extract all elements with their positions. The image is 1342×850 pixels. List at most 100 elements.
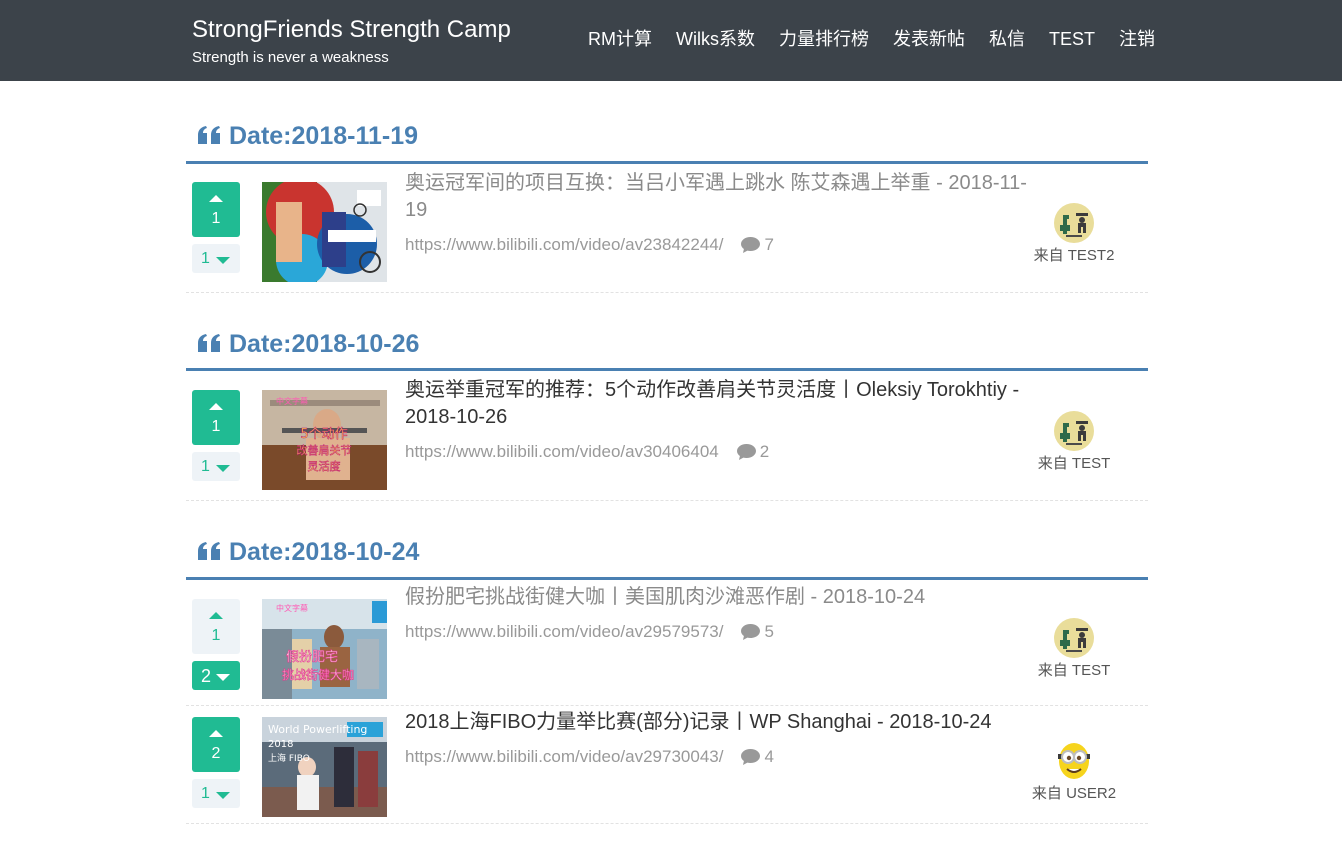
svg-text:中文字幕: 中文字幕 (276, 603, 308, 613)
post-title-link[interactable]: 2018上海FIBO力量举比赛(部分)记录丨WP Shanghai - 2018… (405, 709, 1035, 736)
post-meta: https://www.bilibili.com/video/av2973004… (405, 746, 774, 768)
comment-icon (741, 749, 761, 765)
post-meta: https://www.bilibili.com/video/av3040640… (405, 441, 769, 463)
video-thumbnail[interactable]: 假扮肥宅 挑战街健大咖 中文字幕 (262, 599, 387, 699)
svg-text:改善肩关节: 改善肩关节 (297, 443, 352, 457)
author-name[interactable]: 来自 TEST2 (1024, 247, 1124, 265)
fitness-avatar-icon[interactable] (1054, 618, 1094, 658)
date-text: Date:2018-10-26 (229, 330, 420, 358)
post-title-link[interactable]: 奥运冠军间的项目互换：当吕小军遇上跳水 陈艾森遇上举重 - 2018-11-19 (405, 170, 1035, 224)
post-item: 1 2 假扮肥宅 挑战街健大咖 中文字幕 假扮肥宅挑战街健大咖丨美国肌肉沙滩恶作… (186, 580, 1148, 706)
downvote-count: 1 (201, 785, 210, 802)
comment-count: 2 (759, 442, 770, 461)
nav-leaderboard[interactable]: 力量排行榜 (779, 27, 869, 51)
fitness-avatar-icon[interactable] (1054, 203, 1094, 243)
quote-icon (198, 126, 220, 144)
svg-text:5个动作: 5个动作 (300, 427, 347, 442)
nav-rm-calculator[interactable]: RM计算 (588, 27, 652, 51)
nav-logout[interactable]: 注销 (1119, 27, 1155, 51)
upvote-count: 1 (211, 418, 221, 435)
arrow-up-icon (209, 730, 223, 737)
brand-title[interactable]: StrongFriends Strength Camp (192, 16, 511, 44)
comments-link[interactable]: 4 (741, 746, 774, 768)
post-item: 1 1 奥运冠军间的项目互换：当吕小军遇上跳水 陈艾森遇上举重 - 2018-1… (186, 164, 1148, 293)
svg-text:中文字幕: 中文字幕 (276, 396, 308, 406)
post-author: 来自 USER2 (1024, 741, 1124, 803)
upvote-count: 2 (211, 745, 221, 762)
post-author: 来自 TEST (1024, 411, 1124, 473)
author-name[interactable]: 来自 TEST (1024, 662, 1124, 680)
post-title-link[interactable]: 假扮肥宅挑战街健大咖丨美国肌肉沙滩恶作剧 - 2018-10-24 (405, 584, 1035, 611)
post-item: 1 1 5个动作 改善肩关节 灵活度 中文字幕 奥运举重冠军的推荐：5个动作改善… (186, 371, 1148, 501)
post-url-link[interactable]: https://www.bilibili.com/video/av2384224… (405, 234, 723, 256)
comment-count: 7 (764, 235, 774, 254)
video-thumbnail[interactable]: World Powerlifting 2018 上海 FIBO (262, 717, 387, 817)
main-nav: RM计算 Wilks系数 力量排行榜 发表新帖 私信 TEST 注销 (588, 27, 1155, 51)
top-navbar: StrongFriends Strength Camp Strength is … (0, 0, 1342, 81)
date-text: Date:2018-10-24 (229, 538, 420, 566)
downvote-button[interactable]: 1 (192, 779, 240, 808)
arrow-up-icon (209, 403, 223, 410)
quote-icon (198, 334, 220, 352)
post-author: 来自 TEST (1024, 618, 1124, 680)
upvote-count: 1 (211, 627, 221, 644)
svg-text:2018: 2018 (268, 739, 293, 750)
arrow-down-icon (216, 257, 230, 264)
date-heading: Date:2018-10-24 (186, 501, 1148, 580)
date-heading: Date:2018-11-19 (186, 81, 1148, 164)
downvote-count: 1 (201, 250, 210, 267)
fitness-avatar-icon[interactable] (1054, 411, 1094, 451)
comments-link[interactable]: 5 (741, 621, 774, 643)
downvote-button[interactable]: 1 (192, 452, 240, 481)
svg-text:World Powerlifting: World Powerlifting (268, 723, 367, 736)
comments-link[interactable]: 7 (741, 234, 774, 256)
author-name[interactable]: 来自 TEST (1024, 455, 1124, 473)
post-url-link[interactable]: https://www.bilibili.com/video/av2973004… (405, 746, 723, 768)
post-meta: https://www.bilibili.com/video/av2384224… (405, 234, 774, 256)
arrow-up-icon (209, 612, 223, 619)
post-item: 2 1 World Powerlifting 2018 上海 FIBO 2018… (186, 706, 1148, 824)
post-url-link[interactable]: https://www.bilibili.com/video/av3040640… (405, 441, 719, 463)
comment-icon (741, 237, 761, 253)
arrow-down-icon (216, 674, 230, 681)
quote-icon (198, 542, 220, 560)
post-title-link[interactable]: 奥运举重冠军的推荐：5个动作改善肩关节灵活度丨Oleksiy Torokhtiy… (405, 377, 1035, 431)
upvote-count: 1 (211, 210, 221, 227)
upvote-button[interactable]: 1 (192, 182, 240, 237)
arrow-down-icon (216, 792, 230, 799)
comment-count: 5 (764, 622, 774, 641)
nav-wilks[interactable]: Wilks系数 (676, 27, 755, 51)
upvote-button[interactable]: 2 (192, 717, 240, 772)
svg-text:挑战街健大咖: 挑战街健大咖 (282, 667, 354, 682)
downvote-button[interactable]: 2 (192, 661, 240, 690)
upvote-button[interactable]: 1 (192, 390, 240, 445)
comments-link[interactable]: 2 (736, 441, 770, 463)
post-list: Date:2018-11-19 1 1 奥运冠军间的项目互换：当吕小军遇上跳水 … (186, 81, 1148, 824)
minion-avatar-icon[interactable] (1054, 741, 1094, 781)
upvote-button[interactable]: 1 (192, 599, 240, 654)
svg-text:上海 FIBO: 上海 FIBO (268, 752, 310, 764)
downvote-button[interactable]: 1 (192, 244, 240, 273)
comment-icon (736, 444, 756, 460)
date-text: Date:2018-11-19 (229, 122, 419, 150)
brand-subtitle: Strength is never a weakness (192, 49, 389, 66)
brand[interactable]: StrongFriends Strength Camp Strength is … (192, 16, 511, 67)
downvote-count: 1 (201, 458, 210, 475)
nav-messages[interactable]: 私信 (989, 27, 1025, 51)
post-meta: https://www.bilibili.com/video/av2957957… (405, 621, 774, 643)
downvote-count: 2 (201, 666, 212, 686)
arrow-down-icon (216, 465, 230, 472)
svg-text:灵活度: 灵活度 (308, 459, 341, 473)
nav-new-post[interactable]: 发表新帖 (893, 27, 965, 51)
date-heading: Date:2018-10-26 (186, 293, 1148, 371)
video-thumbnail[interactable]: 5个动作 改善肩关节 灵活度 中文字幕 (262, 390, 387, 490)
post-author: 来自 TEST2 (1024, 203, 1124, 265)
svg-text:假扮肥宅: 假扮肥宅 (286, 650, 338, 665)
video-thumbnail[interactable] (262, 182, 387, 282)
comment-count: 4 (764, 747, 774, 766)
post-url-link[interactable]: https://www.bilibili.com/video/av2957957… (405, 621, 723, 643)
arrow-up-icon (209, 195, 223, 202)
nav-user[interactable]: TEST (1049, 27, 1095, 51)
comment-icon (741, 624, 761, 640)
author-name[interactable]: 来自 USER2 (1024, 785, 1124, 803)
